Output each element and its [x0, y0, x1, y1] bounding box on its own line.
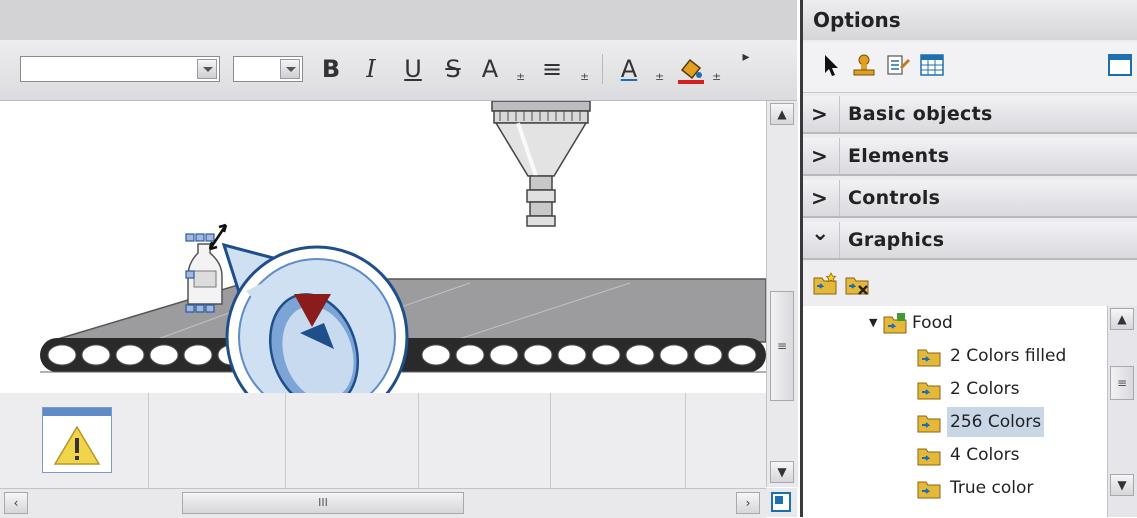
tree-item-label: 256 Colors — [947, 407, 1045, 437]
section-divider — [839, 180, 840, 216]
graphics-toolbar — [803, 262, 1137, 306]
add-folder-link-icon[interactable] — [811, 270, 839, 298]
section-divider — [839, 222, 840, 258]
stamp-icon[interactable] — [851, 52, 877, 78]
align-dropdown[interactable]: ± — [580, 70, 589, 83]
screen-editor: B I U S A ± ≡ ± A ± ± ▸ ▲ ≡ ▼ ‹ III › — [0, 0, 798, 518]
graphic-folder-icon — [917, 415, 941, 433]
screen-thumbnail-strip — [0, 393, 766, 488]
chevron-down-icon[interactable] — [280, 59, 300, 79]
font-family-combo[interactable] — [20, 56, 220, 82]
fill-color-dropdown[interactable]: ± — [712, 70, 721, 83]
toolbar-more-button[interactable]: ▸ — [738, 40, 754, 74]
align-button[interactable]: ≡ — [538, 52, 566, 86]
graphic-folder-icon — [917, 448, 941, 466]
chevron-right-icon: > — [811, 144, 828, 168]
section-label: Graphics — [848, 229, 945, 251]
pointer-icon[interactable] — [817, 52, 843, 78]
toolbar-separator — [602, 54, 603, 84]
section-label: Basic objects — [848, 103, 993, 125]
options-panel: Options > Basic objects > Elements > Con… — [800, 0, 1137, 517]
section-controls[interactable]: > Controls — [803, 180, 1137, 218]
chevron-down-icon[interactable] — [197, 59, 217, 79]
font-color-button[interactable]: A — [616, 52, 642, 86]
warning-icon — [53, 425, 101, 465]
panel-layout-icon[interactable] — [1108, 54, 1132, 76]
scroll-up-button[interactable]: ▲ — [1110, 308, 1134, 330]
section-elements[interactable]: > Elements — [803, 138, 1137, 176]
bold-button[interactable]: B — [318, 52, 344, 86]
scroll-left-button[interactable]: ‹ — [4, 492, 28, 514]
scroll-down-button[interactable]: ▼ — [1110, 474, 1134, 496]
strikethrough-button[interactable]: S — [440, 52, 466, 86]
underline-button[interactable]: U — [400, 52, 426, 86]
font-size-combo[interactable] — [233, 56, 303, 82]
font-size-grow-button[interactable]: A — [477, 52, 503, 86]
scroll-right-button[interactable]: › — [736, 492, 760, 514]
warning-thumbnail[interactable] — [42, 407, 112, 473]
section-graphics[interactable]: ⌄ Graphics — [803, 222, 1137, 260]
horizontal-scrollbar[interactable]: ‹ III › — [0, 488, 766, 518]
app-window: B I U S A ± ≡ ± A ± ± ▸ ▲ ≡ ▼ ‹ III › Op… — [0, 0, 1137, 518]
section-basic-objects[interactable]: > Basic objects — [803, 96, 1137, 134]
graphic-folder-icon — [917, 481, 941, 499]
italic-button[interactable]: I — [358, 52, 384, 86]
vertical-scroll-thumb[interactable]: ≡ — [770, 291, 794, 401]
tree-item-label: 2 Colors filled — [950, 346, 1067, 366]
chevron-right-icon: > — [811, 102, 828, 126]
font-color-dropdown[interactable]: ± — [655, 70, 664, 83]
tree-item-label: 2 Colors — [950, 379, 1020, 399]
tree-item-label: 4 Colors — [950, 445, 1020, 465]
graphics-tree: ▼ Food 2 Colors filled 2 Colors 256 Colo… — [803, 306, 1108, 517]
properties-icon[interactable] — [885, 52, 911, 78]
options-toolbar — [803, 42, 1137, 93]
options-title: Options — [803, 0, 1137, 40]
table-view-icon[interactable] — [919, 52, 945, 78]
hopper-graphic[interactable] — [491, 101, 591, 227]
chevron-right-icon: > — [811, 186, 828, 210]
graphic-folder-icon — [917, 382, 941, 400]
tree-vertical-scrollbar[interactable]: ▲ ≡ ▼ — [1107, 306, 1137, 517]
tree-item-label: True color — [950, 478, 1034, 498]
folder-link-icon — [883, 313, 907, 334]
scroll-up-button[interactable]: ▲ — [770, 103, 794, 125]
chevron-down-icon[interactable]: ▼ — [869, 308, 877, 338]
editor-title-bar — [0, 0, 797, 40]
tree-item-label: Food — [912, 313, 953, 333]
graphic-folder-icon — [917, 349, 941, 367]
tree-scroll-grip[interactable]: ≡ — [1110, 366, 1134, 400]
format-toolbar: B I U S A ± ≡ ± A ± ± ▸ — [0, 40, 797, 101]
font-size-dropdown[interactable]: ± — [516, 70, 525, 83]
section-divider — [839, 138, 840, 174]
scroll-corner — [766, 488, 797, 517]
horizontal-scroll-thumb[interactable]: III — [182, 492, 464, 514]
drawing-canvas[interactable] — [0, 101, 766, 488]
chevron-down-icon: ⌄ — [811, 221, 830, 246]
section-label: Controls — [848, 187, 941, 209]
remove-folder-link-icon[interactable] — [843, 270, 871, 298]
section-divider — [839, 96, 840, 132]
vertical-scrollbar[interactable]: ▲ ≡ ▼ — [766, 101, 798, 487]
zoom-window-icon[interactable] — [771, 492, 791, 512]
section-label: Elements — [848, 145, 950, 167]
fill-color-icon[interactable] — [676, 54, 706, 86]
scroll-down-button[interactable]: ▼ — [770, 461, 794, 483]
